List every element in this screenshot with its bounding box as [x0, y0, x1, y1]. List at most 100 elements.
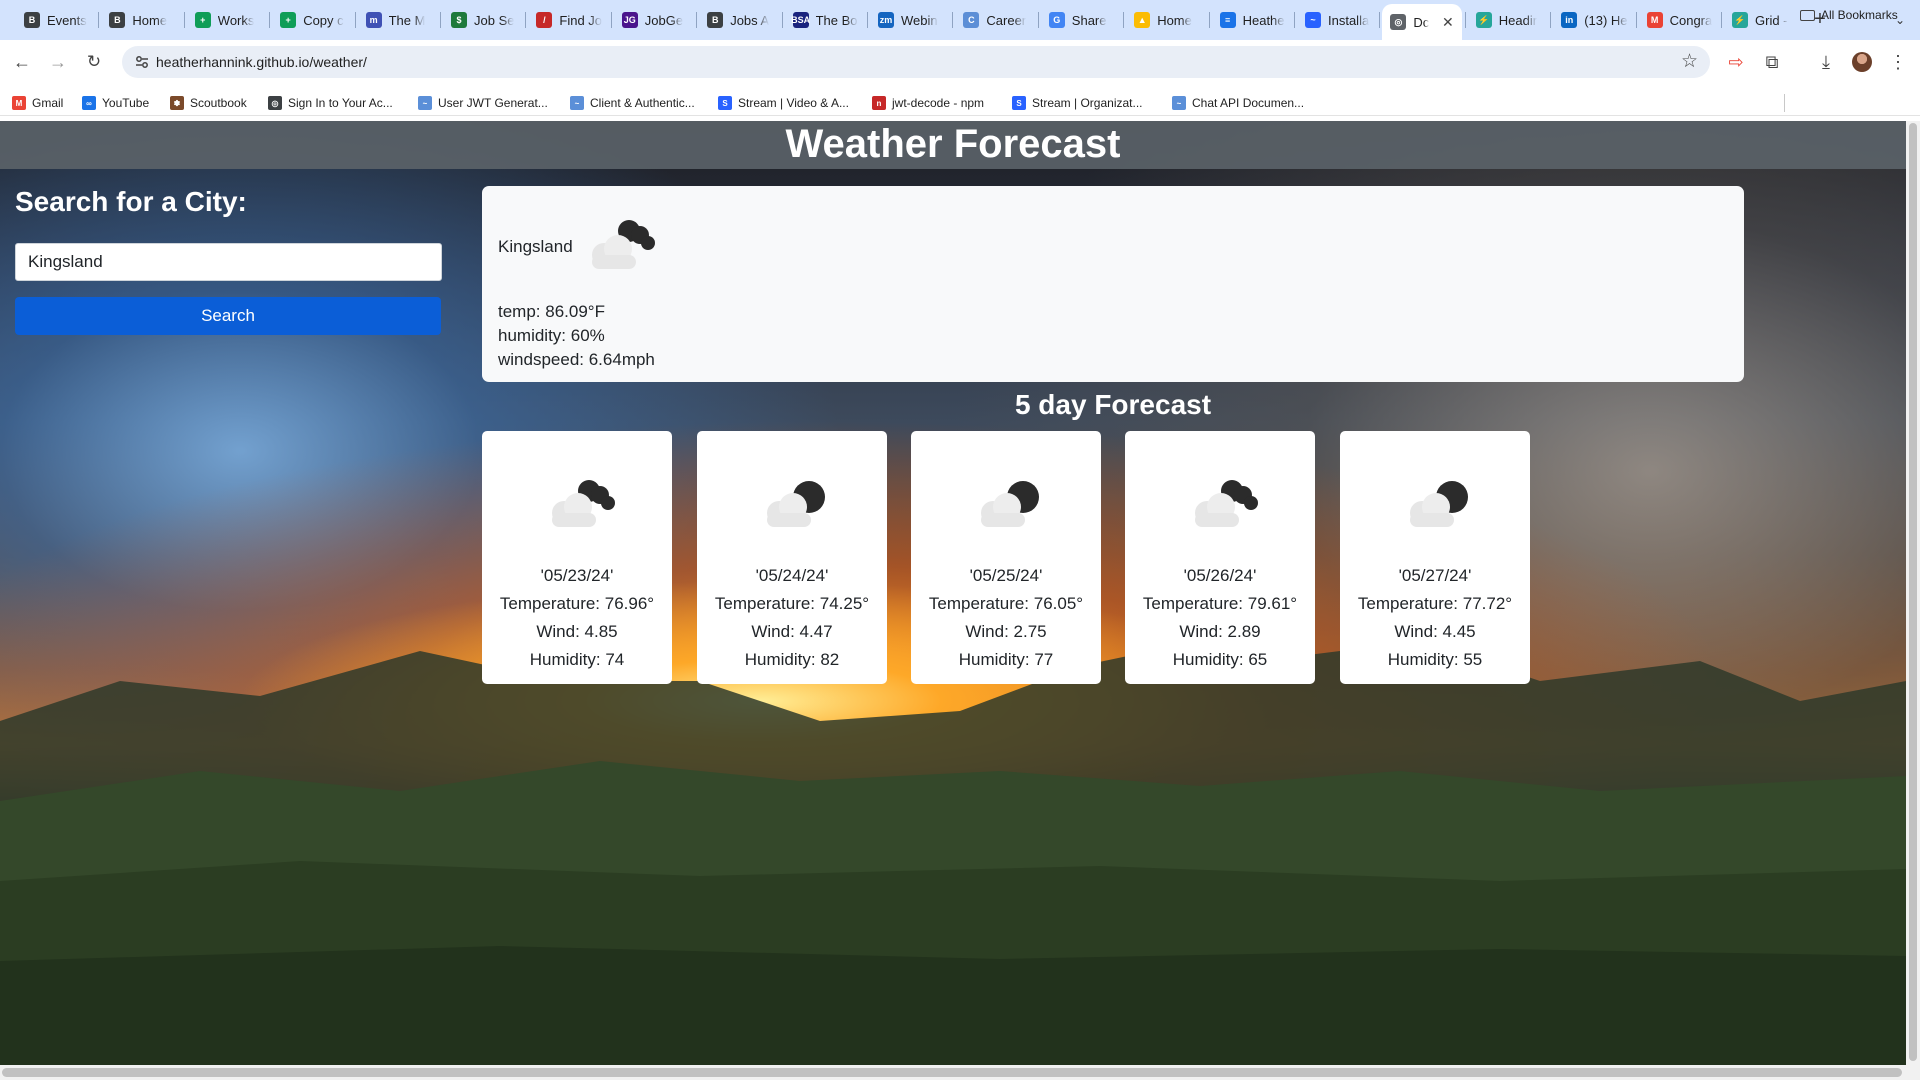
extensions-puzzle-icon[interactable]: ⧉	[1758, 48, 1786, 76]
browser-tab[interactable]: zm Webin	[870, 6, 949, 34]
tab-title: Career	[986, 12, 1027, 28]
browser-tab[interactable]: ⚡ Headir	[1468, 6, 1547, 34]
browser-tab[interactable]: ≡ Heathe	[1212, 6, 1291, 34]
forward-arrow-icon[interactable]: →	[44, 48, 72, 76]
browser-tab[interactable]: m The M	[358, 6, 437, 34]
bookmark-item[interactable]: S Stream | Organizat...	[1012, 94, 1143, 112]
browser-tab[interactable]: C Career	[955, 6, 1034, 34]
forecast-humidity: Humidity: 82	[744, 650, 840, 669]
search-button[interactable]: Search	[15, 297, 441, 335]
bookmark-label: Chat API Documen...	[1192, 96, 1305, 110]
tab-separator	[952, 12, 954, 28]
forecast-humidity: Humidity: 55	[1387, 650, 1483, 669]
current-city-name: Kingsland	[498, 237, 573, 256]
tab-favicon-icon: G	[1048, 12, 1065, 28]
forecast-heading: 5 day Forecast	[1014, 389, 1212, 420]
overcast-clouds-icon	[767, 481, 825, 527]
forecast-day-card: '05/27/24' Temperature: 77.72° Wind: 4.45 H…	[1340, 431, 1530, 684]
tab-title: Find Jo	[559, 12, 603, 28]
url-text[interactable]: heatherhannink.github.io/weather/	[156, 54, 367, 70]
browser-tab[interactable]: B Home	[101, 6, 180, 34]
browser-tab[interactable]: + Copy c	[272, 6, 351, 34]
forecast-temperature: Temperature: 77.72°	[1357, 594, 1513, 613]
forecast-wind: Wind: 4.85	[536, 622, 618, 641]
broken-clouds-icon	[552, 480, 615, 527]
tab-title: Installa	[1328, 12, 1370, 28]
bookmark-item[interactable]: M Gmail	[12, 94, 63, 112]
reload-icon[interactable]: ↻	[80, 48, 108, 76]
bookmark-label: Scoutbook	[190, 96, 247, 110]
tab-title: Home	[1157, 12, 1192, 28]
browser-tab[interactable]: $ Job Se	[443, 6, 522, 34]
browser-tab[interactable]: G Share	[1041, 6, 1120, 34]
folder-icon	[1800, 9, 1815, 21]
bookmark-label: YouTube	[102, 96, 150, 110]
vertical-scrollbar[interactable]	[1906, 121, 1920, 1065]
download-icon[interactable]: ⤓	[1812, 48, 1840, 76]
bookmark-label: Stream | Video & A...	[738, 96, 849, 110]
tab-close-icon[interactable]: ✕	[1442, 14, 1454, 31]
tab-separator	[1635, 12, 1637, 28]
search-heading: Search for a City:	[15, 186, 247, 217]
bookmark-label: User JWT Generat...	[438, 96, 548, 110]
forecast-wind: Wind: 4.45	[1394, 622, 1476, 641]
forecast-day-card: '05/25/24' Temperature: 76.05° Wind: 2.75 H…	[911, 431, 1101, 684]
browser-tab[interactable]: ◎ Dc ✕	[1382, 4, 1462, 40]
bookmark-favicon-icon: S	[1012, 96, 1026, 110]
bookmark-item[interactable]: ✽ Scoutbook	[170, 94, 247, 112]
bookmark-star-icon[interactable]: ☆	[1681, 50, 1698, 73]
tab-title: Jobs A	[730, 12, 770, 28]
browser-tab[interactable]: ⚡ Grid -	[1724, 6, 1803, 34]
browser-tab[interactable]: JG JobGe	[614, 6, 693, 34]
bookmark-favicon-icon: n	[872, 96, 886, 110]
browser-tab[interactable]: in (13) He	[1553, 6, 1632, 34]
forecast-date: '05/25/24'	[969, 566, 1043, 585]
bookmark-label: Client & Authentic...	[590, 96, 695, 110]
bookmark-item[interactable]: ◎ Sign In to Your Ac...	[268, 94, 393, 112]
tab-separator	[98, 12, 100, 28]
bookmark-favicon-icon: S	[718, 96, 732, 110]
browser-tab[interactable]: + Works	[187, 6, 266, 34]
city-search-input[interactable]	[15, 243, 442, 281]
forecast-date: '05/24/24'	[755, 566, 829, 585]
bookmark-item[interactable]: S Stream | Video & A...	[718, 94, 849, 112]
tab-favicon-icon: JG	[621, 12, 638, 28]
browser-tab[interactable]: B Events	[16, 6, 95, 34]
tab-title: Home	[132, 12, 168, 28]
tab-favicon-icon: BSA	[791, 12, 810, 28]
profile-avatar[interactable]	[1848, 48, 1876, 76]
horizontal-scrollbar[interactable]	[0, 1065, 1920, 1080]
tab-title: Works	[217, 12, 255, 28]
address-bar[interactable]: heatherhannink.github.io/weather/ ☆	[122, 46, 1710, 78]
tab-favicon-icon: M	[1646, 12, 1663, 28]
extension-icon[interactable]: ⇨	[1722, 48, 1750, 76]
browser-tab[interactable]: / Find Jo	[528, 6, 607, 34]
tab-title: The M	[388, 12, 426, 28]
browser-tab[interactable]: ~ Installa	[1297, 6, 1376, 34]
bookmark-item[interactable]: ~ User JWT Generat...	[418, 94, 548, 112]
forecast-humidity: Humidity: 65	[1172, 650, 1268, 669]
current-weather-card: Kingsland temp: 86.09°F humidity: 60% wi…	[482, 186, 1744, 382]
browser-tab[interactable]: M Congra	[1639, 6, 1718, 34]
forecast-wind: Wind: 4.47	[751, 622, 833, 641]
overcast-clouds-icon	[981, 481, 1039, 527]
tab-title: The Bo	[815, 12, 858, 28]
bookmark-item[interactable]: ~ Client & Authentic...	[570, 94, 695, 112]
tab-separator	[867, 12, 868, 28]
search-panel: Search for a City: Search	[15, 185, 443, 335]
site-info-icon[interactable]	[134, 54, 150, 70]
all-bookmarks-folder[interactable]: All Bookmarks	[1800, 6, 1898, 24]
bookmark-label: Stream | Organizat...	[1032, 96, 1143, 110]
browser-menu-icon[interactable]: ⋮	[1884, 48, 1912, 76]
bookmark-item[interactable]: ~ Chat API Documen...	[1172, 94, 1304, 112]
tab-separator	[1037, 12, 1039, 28]
browser-tab[interactable]: B Jobs A	[699, 6, 778, 34]
bookmark-favicon-icon: ∞	[82, 96, 96, 110]
browser-tab[interactable]: BSA The Bo	[785, 6, 864, 34]
browser-tab[interactable]: ▲ Home	[1126, 6, 1205, 34]
bookmark-item[interactable]: ∞ YouTube	[82, 94, 149, 112]
all-bookmarks-label: All Bookmarks	[1821, 8, 1898, 22]
bookmark-item[interactable]: n jwt-decode - npm	[872, 94, 984, 112]
back-arrow-icon[interactable]: ←	[8, 48, 36, 76]
tab-separator	[1294, 12, 1295, 28]
